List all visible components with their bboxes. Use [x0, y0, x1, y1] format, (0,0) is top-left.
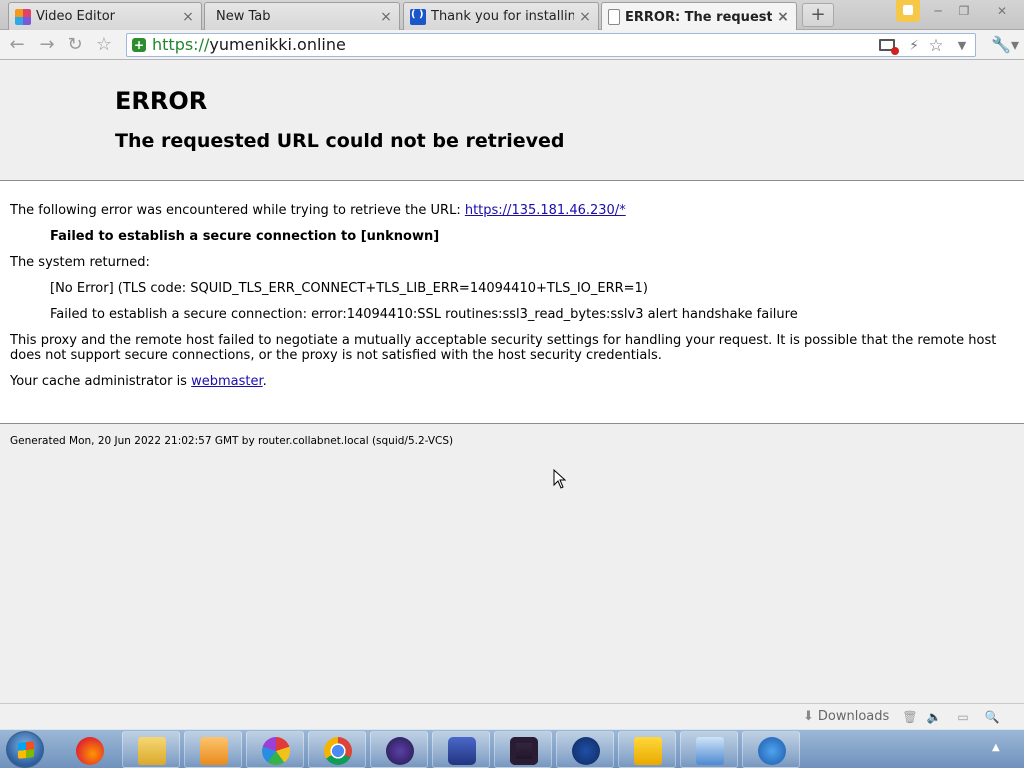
tab-strip: Video Editor × New Tab × Thank you for i…	[0, 0, 1024, 31]
windows-taskbar: ▲	[0, 729, 1024, 768]
page-content: ERROR The requested URL could not be ret…	[0, 61, 1024, 703]
tray-expand-icon[interactable]: ▲	[992, 742, 1000, 753]
cache-admin-prefix: Your cache administrator is	[10, 374, 187, 389]
speaker-icon[interactable]: 🔈	[926, 709, 942, 725]
tab-title: ERROR: The requested U	[625, 9, 772, 25]
screen-tool-icon[interactable]	[432, 731, 490, 768]
downloads-button[interactable]: ⬇ Downloads	[803, 708, 889, 726]
file-explorer-icon[interactable]	[122, 731, 180, 768]
media-player-icon[interactable]	[184, 731, 242, 768]
forward-arrow-icon[interactable]: →	[36, 34, 58, 56]
thank-you-site-icon	[410, 8, 426, 25]
video-editor-icon	[15, 8, 31, 25]
cache-admin-line: Your cache administrator is webmaster.	[10, 374, 1014, 389]
trash-icon[interactable]: 🗑	[902, 709, 918, 725]
start-button[interactable]	[6, 731, 44, 768]
tab-title: Thank you for installing Av	[431, 9, 574, 24]
url-text[interactable]: https://yumenikki.online	[152, 35, 346, 55]
back-arrow-icon[interactable]: ←	[6, 34, 28, 56]
window-icon[interactable]: ▭	[955, 709, 971, 725]
video-recorder-icon[interactable]	[494, 731, 552, 768]
tab-title: Video Editor	[36, 9, 116, 24]
user-profile-icon[interactable]	[896, 0, 920, 22]
error-explanation: This proxy and the remote host failed to…	[10, 333, 997, 363]
close-tab-icon[interactable]: ×	[181, 9, 195, 25]
remote-desktop-icon[interactable]	[680, 731, 738, 768]
download-icon: ⬇	[803, 709, 814, 724]
downloads-label: Downloads	[817, 709, 890, 724]
bookmark-star-icon[interactable]: ☆	[927, 37, 945, 55]
home-star-icon[interactable]: ☆	[93, 34, 115, 56]
ssl-error-detail: Failed to establish a secure connection:…	[50, 307, 798, 322]
downloads-bar: ⬇Downloads 🗑 🔈 ▭ 🔍▾	[0, 703, 1024, 740]
close-tab-icon[interactable]: ×	[379, 9, 393, 25]
photos-app-icon[interactable]	[246, 731, 304, 768]
sab-app-icon[interactable]	[618, 731, 676, 768]
error-header: ERROR The requested URL could not be ret…	[0, 61, 1024, 181]
firefox-icon[interactable]	[60, 731, 118, 768]
screen-cast-icon[interactable]	[879, 39, 899, 55]
document-icon	[608, 9, 620, 25]
tab-title: New Tab	[216, 9, 271, 24]
url-scheme: https://	[152, 35, 210, 54]
secure-shield-icon: +	[132, 38, 146, 52]
maximize-icon[interactable]: ❐	[952, 2, 976, 20]
game-app-icon[interactable]	[370, 731, 428, 768]
tab-error-page[interactable]: ERROR: The requested U ×	[601, 2, 797, 31]
error-body: The following error was encountered whil…	[0, 181, 1024, 424]
error-reason: Failed to establish a secure connection …	[50, 229, 440, 244]
new-tab-button[interactable]: +	[802, 3, 834, 27]
blank-tab-icon	[211, 9, 227, 25]
chrome-icon[interactable]	[308, 731, 366, 768]
cache-admin-suffix: .	[262, 374, 267, 389]
tls-error-code: [No Error] (TLS code: SQUID_TLS_ERR_CONN…	[50, 281, 648, 296]
tab-thank-you[interactable]: Thank you for installing Av ×	[403, 2, 599, 30]
url-host: yumenikki.online	[209, 35, 346, 54]
error-url-link[interactable]: https://135.181.46.230/*	[465, 203, 626, 218]
minimize-icon[interactable]: ─	[926, 2, 950, 20]
error-subheading: The requested URL could not be retrieved	[115, 130, 565, 152]
webmaster-link[interactable]: webmaster	[191, 374, 263, 389]
pen-app-icon[interactable]	[742, 731, 800, 768]
close-window-icon[interactable]: ✕	[990, 2, 1014, 20]
page-footer: Generated Mon, 20 Jun 2022 21:02:57 GMT …	[10, 435, 454, 447]
error-heading: ERROR	[115, 87, 208, 115]
close-tab-icon[interactable]: ×	[776, 9, 790, 25]
tab-video-editor[interactable]: Video Editor ×	[8, 2, 202, 30]
tab-new-tab[interactable]: New Tab ×	[204, 2, 400, 30]
ccleaner-icon[interactable]	[556, 731, 614, 768]
wrench-menu-icon[interactable]: 🔧▾	[990, 34, 1020, 56]
lightning-icon[interactable]: ⚡	[905, 37, 923, 55]
system-returned-label: The system returned:	[10, 255, 150, 270]
dropdown-arrow-icon[interactable]: ▼	[953, 37, 971, 55]
close-tab-icon[interactable]: ×	[578, 9, 592, 25]
browser-toolbar: ← → ↻ ☆ + https://yumenikki.online ⚡ ☆ ▼…	[0, 30, 1024, 60]
zoom-icon[interactable]: 🔍▾	[984, 709, 1000, 740]
reload-icon[interactable]: ↻	[64, 34, 86, 56]
error-url-prefix: The following error was encountered whil…	[10, 203, 461, 218]
error-url-line: The following error was encountered whil…	[10, 203, 1014, 218]
address-bar[interactable]: + https://yumenikki.online ⚡ ☆ ▼	[126, 33, 976, 57]
mouse-cursor-icon	[553, 469, 567, 489]
